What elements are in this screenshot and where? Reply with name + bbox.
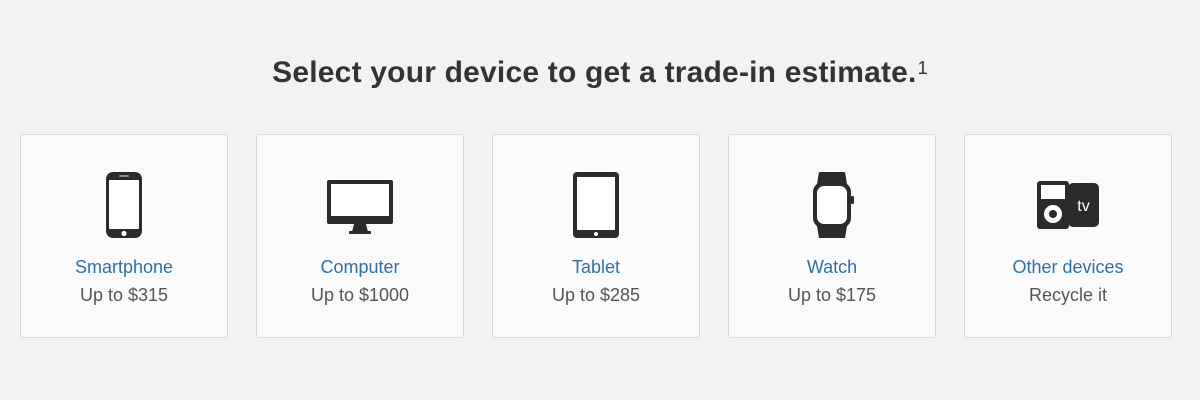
page-title-text: Select your device to get a trade-in est… xyxy=(272,56,917,89)
footnote-marker[interactable]: 1 xyxy=(918,58,928,78)
smartphone-icon xyxy=(21,165,227,245)
device-value-smartphone: Up to $315 xyxy=(79,285,169,305)
device-value-computer: Up to $1000 xyxy=(310,285,410,305)
device-label-watch[interactable]: Watch xyxy=(729,257,935,278)
device-label-computer[interactable]: Computer xyxy=(257,257,463,278)
device-label-smartphone[interactable]: Smartphone xyxy=(21,257,227,278)
other-devices-icon: tv xyxy=(965,165,1171,245)
page-title: Select your device to get a trade-in est… xyxy=(0,56,1200,90)
device-label-tablet[interactable]: Tablet xyxy=(493,257,699,278)
trade-in-page: Select your device to get a trade-in est… xyxy=(0,0,1200,400)
device-card-list: Smartphone Up to $315 Computer Up to $10… xyxy=(20,134,1172,338)
device-value-other-devices: Recycle it xyxy=(1028,285,1108,305)
computer-icon xyxy=(257,165,463,245)
device-card-tablet[interactable]: Tablet Up to $285 xyxy=(492,134,700,338)
device-card-smartphone[interactable]: Smartphone Up to $315 xyxy=(20,134,228,338)
device-card-computer[interactable]: Computer Up to $1000 xyxy=(256,134,464,338)
device-value-watch: Up to $175 xyxy=(787,285,877,305)
device-value-tablet: Up to $285 xyxy=(551,285,641,305)
tablet-icon xyxy=(493,165,699,245)
watch-icon xyxy=(729,165,935,245)
device-label-other-devices[interactable]: Other devices xyxy=(965,257,1171,278)
device-card-other-devices[interactable]: tv Other devices Recycle it xyxy=(964,134,1172,338)
tv-icon-text: tv xyxy=(1077,198,1089,215)
device-card-watch[interactable]: Watch Up to $175 xyxy=(728,134,936,338)
